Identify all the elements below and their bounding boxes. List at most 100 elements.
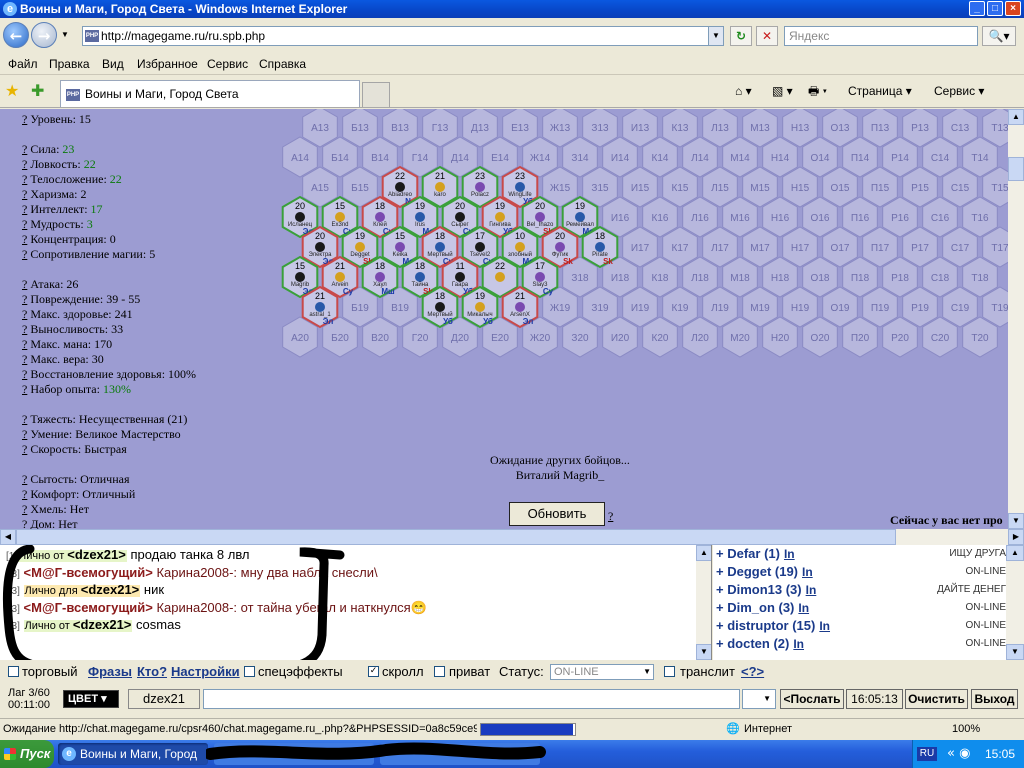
feeds-icon[interactable]: ▧ ▾	[772, 84, 793, 98]
message-input[interactable]	[203, 689, 740, 709]
stat-help-link[interactable]: ?	[22, 307, 27, 321]
search-icon[interactable]: 🔍▾	[982, 26, 1016, 46]
user-row[interactable]: + Dimon13 (3) In ДАЙТЕ ДЕНЕГ	[716, 581, 1006, 599]
zoom-level[interactable]: 100%	[952, 719, 980, 739]
close-button[interactable]: ×	[1005, 1, 1021, 16]
stat-help-link[interactable]: ?	[22, 247, 27, 261]
private-checkbox[interactable]	[434, 666, 445, 677]
chat-scroll-up-icon[interactable]: ▲	[696, 545, 711, 561]
private-from-badge[interactable]: Лично от <dzex21>	[23, 617, 133, 632]
translit-help-link[interactable]: <?>	[741, 660, 764, 684]
menu-edit[interactable]: Правка	[49, 57, 90, 71]
user-name[interactable]: Dimon13 (3)	[727, 582, 801, 597]
add-favorite-icon[interactable]: ✚	[31, 82, 44, 100]
clear-button[interactable]: Очистить	[905, 689, 968, 709]
minimize-button[interactable]: _	[969, 1, 985, 16]
stat-help-link[interactable]: ?	[22, 517, 27, 529]
menu-view[interactable]: Вид	[102, 57, 124, 71]
unit-token[interactable]: 21astral_1Эл	[301, 285, 339, 329]
unit-token[interactable]: 19МикалычУб	[461, 285, 499, 329]
expand-plus-icon[interactable]: +	[716, 600, 727, 615]
user-row[interactable]: + distruptor (15) In ON-LINE	[716, 617, 1006, 635]
url-input[interactable]: PHP http://magegame.ru/ru.spb.php	[82, 26, 724, 46]
refresh-help-link[interactable]: ?	[608, 509, 613, 523]
stat-help-link[interactable]: ?	[22, 442, 27, 456]
forward-button[interactable]: →	[31, 22, 57, 48]
stat-help-link[interactable]: ?	[22, 412, 27, 426]
stat-help-link[interactable]: ?	[22, 292, 27, 306]
url-dropdown-icon[interactable]: ▼	[708, 26, 724, 46]
user-name[interactable]: docten (2)	[727, 636, 789, 651]
user-info-link[interactable]: In	[802, 565, 813, 579]
stat-help-link[interactable]: ?	[22, 382, 27, 396]
taskbar-item-2[interactable]	[214, 743, 374, 765]
language-indicator[interactable]: RU	[917, 747, 937, 761]
user-name[interactable]: Defar (1)	[727, 546, 780, 561]
phrases-link[interactable]: Фразы	[88, 660, 132, 684]
stat-help-link[interactable]: ?	[22, 112, 27, 126]
scroll-up-icon[interactable]: ▲	[1008, 109, 1024, 125]
exit-button[interactable]: Выход	[971, 689, 1018, 709]
scroll-right-icon[interactable]: ▶	[1008, 529, 1024, 545]
unit-token[interactable]: 18PirateSk	[581, 225, 619, 269]
stat-help-link[interactable]: ?	[22, 502, 27, 516]
user-name[interactable]: Degget (19)	[727, 564, 798, 579]
stat-help-link[interactable]: ?	[22, 187, 27, 201]
stat-help-link[interactable]: ?	[22, 277, 27, 291]
stat-help-link[interactable]: ?	[22, 337, 27, 351]
menu-favorites[interactable]: Избранное	[137, 57, 198, 71]
message-history-dropdown[interactable]: ▼	[742, 689, 776, 709]
taskbar-item-ie[interactable]: e Воины и Маги, Город	[58, 743, 208, 765]
color-select[interactable]: ЦВЕТ ▾	[63, 690, 119, 708]
refresh-button[interactable]: Обновить	[509, 502, 605, 526]
chat-scrollbar[interactable]: ▲ ▼	[696, 545, 711, 660]
unit-token[interactable]: 18ХаулМш	[361, 255, 399, 299]
nick-button[interactable]: dzex21	[128, 689, 200, 709]
stop-icon[interactable]: ✕	[756, 26, 778, 46]
status-select[interactable]: ON-LINE ▼	[550, 664, 654, 680]
back-button[interactable]: ←	[3, 22, 29, 48]
who-link[interactable]: Кто?	[137, 660, 167, 684]
stat-help-link[interactable]: ?	[22, 217, 27, 231]
maximize-button[interactable]: □	[987, 1, 1003, 16]
new-tab-button[interactable]	[362, 82, 390, 107]
history-dropdown-icon[interactable]: ▼	[61, 30, 69, 39]
expand-plus-icon[interactable]: +	[716, 546, 727, 561]
effects-checkbox[interactable]	[244, 666, 255, 677]
trade-checkbox[interactable]	[8, 666, 19, 677]
start-button[interactable]: Пуск	[0, 740, 54, 768]
expand-plus-icon[interactable]: +	[716, 564, 727, 579]
search-input[interactable]: Яндекс	[784, 26, 978, 46]
menu-help[interactable]: Справка	[259, 57, 306, 71]
page-menu[interactable]: Страница ▾	[848, 84, 912, 98]
tab-active[interactable]: PHP Воины и Маги, Город Света	[60, 80, 360, 107]
page-vertical-scrollbar[interactable]: ▲ ▼	[1008, 109, 1024, 529]
settings-link[interactable]: Настройки	[171, 660, 240, 684]
menu-tools[interactable]: Сервис	[207, 57, 248, 71]
stat-help-link[interactable]: ?	[22, 202, 27, 216]
home-icon[interactable]: ⌂ ▾	[735, 84, 752, 98]
user-info-link[interactable]: In	[784, 547, 795, 561]
user-list-scrollbar[interactable]: ▲ ▼	[1006, 545, 1024, 660]
hscroll-thumb[interactable]	[16, 529, 896, 545]
user-info-link[interactable]: In	[798, 601, 809, 615]
chat-nick[interactable]: <М@Г-всемогущий>	[24, 600, 153, 615]
refresh-icon[interactable]: ↻	[730, 26, 752, 46]
expand-plus-icon[interactable]: +	[716, 636, 727, 651]
user-name[interactable]: Dim_on (3)	[727, 600, 794, 615]
favorites-star-icon[interactable]: ★	[5, 82, 19, 100]
stat-help-link[interactable]: ?	[22, 367, 27, 381]
menu-file[interactable]: Файл	[8, 57, 38, 71]
expand-plus-icon[interactable]: +	[716, 582, 727, 597]
send-button[interactable]: <Послать	[780, 689, 844, 709]
stat-help-link[interactable]: ?	[22, 232, 27, 246]
unit-token[interactable]: 21ArsenXЭл	[501, 285, 539, 329]
private-to-badge[interactable]: Лично для <dzex21>	[23, 582, 141, 597]
expand-plus-icon[interactable]: +	[716, 618, 727, 633]
scroll-left-icon[interactable]: ◀	[0, 529, 16, 545]
scroll-thumb[interactable]	[1008, 157, 1024, 181]
user-row[interactable]: + Dim_on (3) In ON-LINE	[716, 599, 1006, 617]
stat-help-link[interactable]: ?	[22, 427, 27, 441]
stat-help-link[interactable]: ?	[22, 352, 27, 366]
user-info-link[interactable]: In	[793, 637, 804, 651]
